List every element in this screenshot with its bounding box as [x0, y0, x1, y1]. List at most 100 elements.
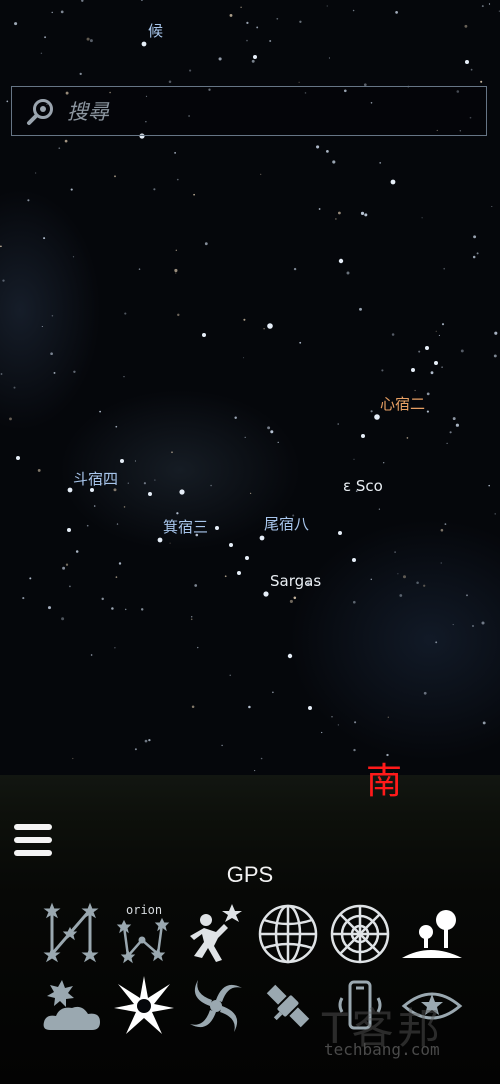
- star: [154, 479, 156, 481]
- star: [249, 492, 252, 495]
- star: [215, 526, 219, 530]
- star: [245, 556, 249, 560]
- search-input[interactable]: 搜尋: [67, 96, 109, 126]
- star: [326, 150, 329, 153]
- satellite-icon[interactable]: [256, 974, 320, 1038]
- star: [260, 173, 262, 175]
- star: [134, 460, 136, 462]
- star: [134, 748, 137, 751]
- star-label-ji-su-san[interactable]: 箕宿三: [163, 516, 208, 537]
- star: [218, 57, 222, 61]
- star: [13, 386, 16, 389]
- star: [138, 268, 141, 270]
- star: [6, 100, 9, 103]
- star: [472, 255, 476, 259]
- star: [435, 641, 438, 644]
- star: [234, 416, 237, 420]
- star: [394, 551, 396, 553]
- star: [260, 757, 263, 760]
- star: [144, 739, 148, 743]
- star-label-wei-su-ba[interactable]: 尾宿八: [264, 513, 309, 534]
- star: [243, 357, 245, 359]
- star: [176, 512, 179, 515]
- star: [114, 647, 116, 649]
- star: [246, 39, 248, 42]
- bright-star-icon[interactable]: [112, 974, 176, 1038]
- atmosphere-icon[interactable]: [40, 974, 104, 1038]
- hamburger-menu-icon[interactable]: [14, 824, 52, 858]
- astronaut-icon[interactable]: [184, 902, 248, 966]
- star: [383, 462, 385, 464]
- star: [472, 625, 474, 627]
- star: [395, 11, 398, 14]
- star: [115, 576, 118, 578]
- star: [353, 458, 355, 460]
- star: [443, 267, 445, 270]
- star: [194, 584, 198, 587]
- star: [193, 193, 195, 196]
- star: [308, 706, 312, 710]
- grid-globe-icon[interactable]: [256, 902, 320, 966]
- star: [352, 9, 355, 12]
- constellation-lines-icon[interactable]: [40, 902, 104, 966]
- star: [444, 523, 447, 525]
- star-label-xin-su-er[interactable]: 心宿二: [380, 393, 425, 414]
- orion-text: orion: [126, 903, 162, 917]
- star-label-hou[interactable]: 候: [148, 20, 163, 41]
- star: [421, 217, 423, 219]
- star: [361, 434, 365, 438]
- star: [40, 52, 43, 54]
- search-bar[interactable]: 搜尋: [11, 86, 487, 136]
- star: [86, 524, 89, 527]
- star: [289, 599, 293, 603]
- star-label-dou-su-si[interactable]: 斗宿四: [73, 468, 118, 489]
- star-label-eps-sco[interactable]: ε Sco: [343, 477, 383, 495]
- star: [58, 147, 61, 150]
- galaxy-icon[interactable]: [184, 974, 248, 1038]
- star: [402, 575, 407, 579]
- watermark-text: techbang.com: [324, 1040, 440, 1059]
- gps-label[interactable]: GPS: [0, 862, 500, 888]
- star: [397, 573, 399, 575]
- search-icon[interactable]: [26, 97, 56, 131]
- star: [93, 505, 96, 507]
- star: [204, 242, 208, 246]
- star: [124, 312, 127, 315]
- star: [449, 431, 452, 434]
- star: [370, 578, 373, 581]
- star: [189, 69, 192, 72]
- star: [277, 441, 279, 444]
- star: [44, 36, 47, 39]
- star: [124, 608, 127, 611]
- star: [321, 731, 323, 734]
- landscape-icon[interactable]: [400, 902, 464, 966]
- star: [465, 60, 469, 64]
- star: [72, 256, 75, 258]
- star: [259, 535, 265, 541]
- star: [168, 80, 172, 83]
- star: [332, 160, 336, 164]
- star: [169, 542, 171, 544]
- star: [256, 26, 259, 29]
- star: [75, 550, 79, 553]
- star: [267, 426, 271, 430]
- polar-grid-icon[interactable]: [328, 902, 392, 966]
- star: [127, 482, 129, 484]
- star: [352, 558, 356, 562]
- star: [16, 456, 20, 460]
- star: [411, 368, 415, 372]
- star: [148, 492, 152, 496]
- star: [27, 199, 30, 202]
- star: [318, 208, 321, 210]
- star: [62, 566, 66, 570]
- star: [452, 417, 456, 421]
- star: [237, 571, 241, 575]
- star: [2, 279, 5, 282]
- star: [446, 442, 448, 444]
- constellation-names-icon[interactable]: orion: [112, 902, 176, 966]
- star: [229, 674, 231, 676]
- star: [246, 21, 249, 25]
- star-label-sargas[interactable]: Sargas: [270, 572, 321, 590]
- star: [65, 563, 69, 566]
- star: [425, 346, 429, 350]
